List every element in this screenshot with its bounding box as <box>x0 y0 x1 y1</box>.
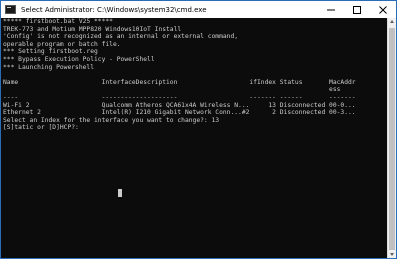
cmd-window: Select Administrator: C:\Windows\system3… <box>0 0 397 259</box>
console-line: TREK-773 and Motium MPP820 Windows10IoT … <box>3 25 182 33</box>
title-bar[interactable]: Select Administrator: C:\Windows\system3… <box>1 1 396 18</box>
minimize-button[interactable] <box>318 1 344 18</box>
console-line: ***** firstboot.bat V25 ***** <box>3 18 113 25</box>
scroll-down-arrow-icon[interactable] <box>390 253 394 256</box>
console-line: *** Setting firstboot.reg <box>3 48 98 56</box>
text-cursor <box>118 189 122 197</box>
maximize-icon <box>353 5 361 14</box>
console-line: Select an Index for the interface you wa… <box>3 116 220 124</box>
scroll-up-arrow-icon[interactable] <box>390 20 394 23</box>
console-line: Ethernet 2 Intel(R) I210 Gigabit Network… <box>3 109 356 117</box>
vertical-scrollbar[interactable] <box>387 18 396 258</box>
console-line: [S]tatic or [D]HCP?: <box>3 124 79 132</box>
window-title: Select Administrator: C:\Windows\system3… <box>21 5 207 14</box>
minimize-icon <box>327 9 335 10</box>
close-icon <box>379 5 387 14</box>
console-line: *** Launching Powershell <box>3 63 94 71</box>
console-line: ess <box>3 86 341 94</box>
console-line: operable program or batch file. <box>3 40 121 48</box>
console-line: *** Bypass Execution Policy - PowerShell <box>3 55 155 63</box>
window-controls <box>318 1 396 18</box>
console-line: 'Config' is not recognized as an interna… <box>3 33 239 41</box>
maximize-button[interactable] <box>344 1 370 18</box>
console-line: ---- -------------------- ------- ------… <box>3 93 356 101</box>
close-button[interactable] <box>370 1 396 18</box>
scroll-thumb[interactable] <box>389 28 395 250</box>
console-line: Wi-Fi 2 Qualcomm Atheros QCA61x4A Wirele… <box>3 101 356 109</box>
console-line: Name InterfaceDescription ifIndex Status… <box>3 78 356 86</box>
console-icon[interactable] <box>5 5 16 14</box>
console-output[interactable]: ***** firstboot.bat V25 ***** TREK-773 an… <box>1 18 388 258</box>
